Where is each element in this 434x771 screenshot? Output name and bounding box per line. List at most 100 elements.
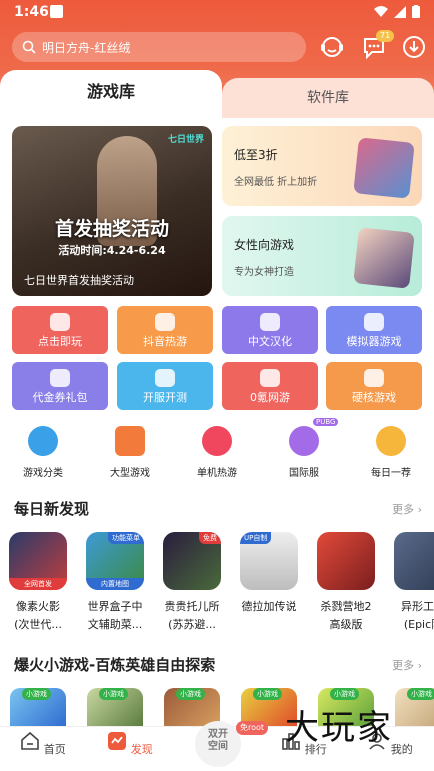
nav-dual-space[interactable]: 双开空间 (195, 721, 241, 767)
promo-art (353, 227, 415, 289)
app-name: 贵贵托儿所 (164, 600, 220, 613)
daily-more-link[interactable]: 更多 › (392, 501, 422, 517)
feature-large-games[interactable]: 大型游戏 (93, 426, 167, 479)
nav-discover[interactable]: 发现 (100, 731, 160, 757)
status-bar: 1:46 (0, 0, 434, 26)
mini-game-tag: 小游戏 (99, 688, 128, 700)
nav-home[interactable]: 首页 (13, 731, 73, 757)
app-top-tag: 功能菜单 (108, 532, 144, 544)
more-label: 更多 (392, 503, 415, 516)
feature-label: 大型游戏 (110, 468, 150, 479)
category-free-online[interactable]: 0氪网游 (222, 362, 318, 410)
category-new-servers[interactable]: 开服开测 (117, 362, 213, 410)
home-icon (21, 731, 40, 750)
app-icon: UP自制 (240, 532, 298, 590)
puzzle-icon (115, 426, 145, 456)
mini-game-tag: 小游戏 (330, 688, 359, 700)
app-card[interactable]: 杀戮营地2 高级版 (311, 532, 381, 634)
chevron-right-icon: › (417, 659, 422, 672)
feature-international[interactable]: 国际服 PUBG (267, 418, 341, 479)
feature-label: 每日一荐 (371, 468, 411, 479)
app-name-cont: 高级版 (329, 618, 363, 631)
feature-single-player[interactable]: 单机热游 (180, 426, 254, 479)
tiktok-icon (155, 313, 175, 331)
category-label: 抖音热游 (143, 335, 187, 348)
app-card[interactable]: UP自制 德拉加传说 (234, 532, 304, 616)
app-card[interactable]: 全网首发像素火影 (次世代... (3, 532, 73, 634)
category-label: 中文汉化 (248, 335, 292, 348)
mini-games-more-link[interactable]: 更多 › (392, 657, 422, 673)
app-tag: 内置地图 (86, 578, 144, 590)
app-card[interactable]: 免费贵贵托儿所 (苏苏避... (157, 532, 227, 634)
daily-section-title: 每日新发现 (14, 500, 90, 518)
pacman-icon (202, 426, 232, 456)
app-icon (394, 532, 434, 590)
category-label: 模拟器游戏 (346, 335, 402, 348)
customer-service-icon[interactable] (318, 33, 346, 61)
mini-game-tag: 小游戏 (407, 688, 434, 700)
category-hardcore[interactable]: 硬核游戏 (326, 362, 422, 410)
category-icon (28, 426, 58, 456)
promo-art (353, 137, 415, 199)
category-instant-play[interactable]: 点击即玩 (12, 306, 108, 354)
event-banner[interactable]: 七日世界 首发抽奖活动 活动时间:4.24-6.24 七日世界首发抽奖活动 (12, 126, 212, 296)
feature-game-categories[interactable]: 游戏分类 (6, 426, 80, 479)
category-label: 0氪网游 (250, 391, 290, 404)
mini-game-card[interactable]: 小游戏 (87, 688, 143, 728)
category-vouchers[interactable]: 代金券礼包 (12, 362, 108, 410)
chevron-right-icon: › (417, 503, 422, 516)
discover-icon (108, 732, 127, 750)
signal-icon (394, 5, 406, 18)
ghost-icon (289, 426, 319, 456)
promo-discount[interactable]: 低至3折 全网最低 折上加折 (222, 126, 422, 206)
category-label: 点击即玩 (38, 335, 82, 348)
category-label: 开服开测 (143, 391, 187, 404)
root-badge: 免root (236, 721, 269, 735)
controller-icon (260, 369, 280, 387)
app-icon: 功能菜单内置地图 (86, 532, 144, 590)
wifi-icon (374, 5, 388, 17)
category-chinese[interactable]: 中文汉化 (222, 306, 318, 354)
category-label: 代金券礼包 (32, 391, 88, 404)
feature-daily-pick[interactable]: 每日一荐 (354, 426, 428, 479)
mini-game-card[interactable]: 小游戏 (395, 688, 434, 728)
watermark: 大玩家 (285, 708, 393, 748)
mini-games-section-title: 爆火小游戏-百炼英雄自由探索 (14, 656, 216, 674)
app-card[interactable]: 功能菜单 内置地图 世界盒子中 文辅助菜... (80, 532, 150, 634)
banner-logo: 七日世界 (167, 135, 204, 145)
mini-game-tag: 小游戏 (253, 688, 282, 700)
category-douyin[interactable]: 抖音热游 (117, 306, 213, 354)
clock: 1:46 (14, 4, 49, 20)
mini-game-card[interactable]: 小游戏 (10, 688, 66, 728)
app-card[interactable]: 异形工厂 (Epic限 (388, 532, 434, 634)
app-icon (317, 532, 375, 590)
app-icon: 免费 (163, 532, 221, 590)
search-input[interactable]: 明日方舟-红丝绒 (12, 32, 306, 62)
nav-label: 我的 (390, 743, 413, 756)
search-placeholder: 明日方舟-红丝绒 (42, 40, 131, 55)
promo-female-games[interactable]: 女性向游戏 专为女神打造 (222, 216, 422, 296)
category-emulator[interactable]: 模拟器游戏 (326, 306, 422, 354)
mini-game-tag: 小游戏 (176, 688, 205, 700)
nav-label: 首页 (43, 743, 66, 756)
banner-period: 活动时间:4.24-6.24 (58, 244, 166, 257)
nav-label: 双开空间 (208, 729, 228, 752)
tab-software-library[interactable]: 软件库 (222, 78, 434, 120)
app-top-tag: 免费 (199, 532, 221, 544)
app-tag: 全网首发 (9, 578, 67, 590)
nav-label: 发现 (130, 743, 153, 756)
feature-label: 单机热游 (197, 468, 237, 479)
translate-icon (260, 313, 280, 331)
tab-game-library[interactable]: 游戏库 (0, 70, 222, 120)
app-name-cont: 文辅助菜... (87, 618, 143, 631)
app-icon: 全网首发 (9, 532, 67, 590)
banner-title: 首发抽奖活动 (54, 218, 169, 240)
app-name-cont: (次世代... (14, 618, 62, 631)
download-icon[interactable] (400, 33, 428, 61)
app-name-cont: (Epic限 (403, 618, 434, 631)
voucher-icon (50, 369, 70, 387)
ghost-icon (50, 313, 70, 331)
crown-icon (376, 426, 406, 456)
app-name: 像素火影 (16, 600, 60, 613)
app-name-cont: (苏苏避... (168, 618, 216, 631)
